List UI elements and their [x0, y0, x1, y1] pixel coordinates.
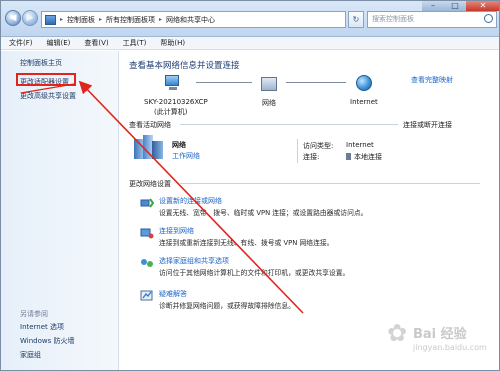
see-full-map-link[interactable]: 查看完整映射	[411, 75, 453, 85]
local-connection-link[interactable]: 本地连接	[346, 152, 382, 162]
network-type-link[interactable]: 工作网络	[172, 151, 200, 161]
computer-name: SKY-20210326XCP	[144, 98, 208, 106]
connections-key: 连接:	[303, 153, 320, 161]
control-panel-icon	[45, 14, 56, 25]
breadcrumb-item[interactable]: 控制面板	[67, 15, 95, 25]
highlight-box	[16, 73, 76, 86]
computer-sub-label: (此计算机)	[154, 108, 188, 116]
computer-icon	[165, 75, 183, 91]
menu-bar: 文件(F) 编辑(E) 查看(V) 工具(T) 帮助(H)	[1, 37, 499, 50]
task-description: 诊断并修复网络问题，或获得故障排除信息。	[159, 302, 295, 310]
menu-file[interactable]: 文件(F)	[9, 38, 33, 48]
search-placeholder: 搜索控制面板	[372, 15, 414, 23]
search-input[interactable]: 搜索控制面板	[367, 11, 497, 28]
paw-logo-icon: ✿	[387, 319, 408, 347]
breadcrumb-item[interactable]: 所有控制面板项	[106, 15, 155, 25]
breadcrumb-separator-icon: ▸	[159, 16, 163, 23]
see-also-heading: 另请参阅	[20, 310, 48, 318]
watermark-text: Bai 经验	[413, 327, 467, 342]
control-panel-home-link[interactable]: 控制面板主页	[20, 58, 62, 68]
task-description: 连接到或重新连接到无线、有线、拨号或 VPN 网络连接。	[159, 239, 334, 247]
homegroup-link[interactable]: 家庭组	[20, 350, 41, 360]
network-icon	[261, 77, 277, 91]
divider	[180, 183, 480, 184]
buildings-icon	[134, 135, 164, 161]
title-bar: ◀ ▶ ▸ 控制面板 ▸ 所有控制面板项 ▸ 网络和共享中心 ↻ 搜索控制面板 …	[1, 1, 499, 37]
troubleshoot-icon	[140, 290, 154, 302]
setup-connection-link[interactable]: 设置新的连接或网络	[159, 196, 222, 206]
connect-to-network-link[interactable]: 连接到网络	[159, 226, 194, 236]
maximize-button[interactable]: □	[444, 1, 466, 11]
change-settings-label: 更改网络设置	[129, 180, 171, 188]
menu-help[interactable]: 帮助(H)	[160, 38, 185, 48]
menu-view[interactable]: 查看(V)	[84, 38, 108, 48]
forward-button[interactable]: ▶	[22, 10, 38, 26]
connector-line	[286, 82, 346, 83]
watermark-url: jingyan.baidu.com	[413, 343, 487, 352]
network-label: 网络	[262, 99, 276, 107]
homegroup-sharing-link[interactable]: 选择家庭组和共享选项	[159, 256, 229, 266]
internet-globe-icon	[356, 75, 372, 91]
search-icon[interactable]	[484, 14, 493, 23]
breadcrumb-separator-icon: ▸	[60, 16, 64, 23]
divider	[297, 139, 298, 163]
address-bar[interactable]: ▸ 控制面板 ▸ 所有控制面板项 ▸ 网络和共享中心	[41, 11, 346, 28]
homegroup-icon	[140, 257, 154, 269]
change-advanced-sharing-link[interactable]: 更改高级共享设置	[20, 91, 76, 101]
network-name: 网络	[172, 141, 186, 149]
connect-to-network-icon	[140, 227, 154, 239]
windows-firewall-link[interactable]: Windows 防火墙	[20, 336, 74, 346]
internet-label: Internet	[350, 98, 378, 106]
connector-line	[196, 82, 252, 83]
divider	[180, 124, 398, 125]
active-networks-label: 查看活动网络	[129, 121, 171, 129]
baidu-watermark: ✿ Bai 经验 jingyan.baidu.com	[387, 319, 497, 365]
minimize-button[interactable]: –	[422, 1, 444, 11]
local-connection-label[interactable]: 本地连接	[354, 153, 382, 161]
control-panel-window: ◀ ▶ ▸ 控制面板 ▸ 所有控制面板项 ▸ 网络和共享中心 ↻ 搜索控制面板 …	[0, 0, 500, 371]
network-adapter-icon	[346, 153, 351, 160]
access-type-value: Internet	[346, 141, 374, 149]
close-button[interactable]: ✕	[466, 1, 499, 11]
refresh-icon[interactable]: ↻	[348, 11, 364, 28]
page-title: 查看基本网络信息并设置连接	[129, 61, 240, 71]
left-navigation-pane: 控制面板主页 更改适配器设置 更改高级共享设置 另请参阅 Internet 选项…	[1, 51, 119, 370]
back-button[interactable]: ◀	[5, 10, 21, 26]
troubleshoot-link[interactable]: 疑难解答	[159, 289, 187, 299]
new-connection-icon	[140, 197, 155, 209]
task-description: 访问位于其他网络计算机上的文件和打印机，或更改共享设置。	[159, 269, 350, 277]
task-description: 设置无线、宽带、拨号、临时或 VPN 连接；或设置路由器或访问点。	[159, 209, 368, 217]
connect-disconnect-link[interactable]: 连接或断开连接	[403, 120, 452, 130]
access-type-key: 访问类型:	[303, 142, 334, 150]
breadcrumb-item[interactable]: 网络和共享中心	[166, 15, 215, 25]
menu-edit[interactable]: 编辑(E)	[47, 38, 71, 48]
internet-options-link[interactable]: Internet 选项	[20, 322, 64, 332]
breadcrumb-separator-icon: ▸	[99, 16, 103, 23]
menu-tools[interactable]: 工具(T)	[123, 38, 147, 48]
